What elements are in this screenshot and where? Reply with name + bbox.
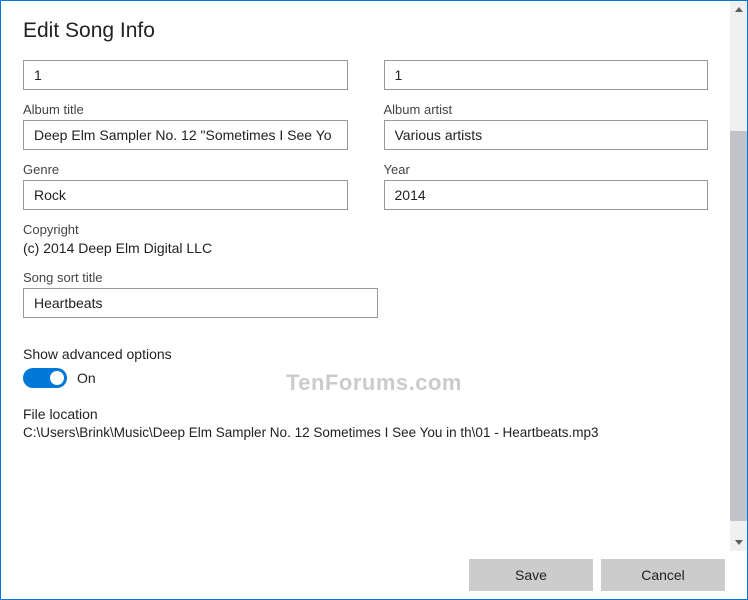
advanced-toggle[interactable] (23, 368, 67, 388)
dialog-footer: Save Cancel (1, 551, 747, 599)
genre-year-row: Genre Year (23, 162, 708, 210)
track-disc-row (23, 60, 708, 90)
scroll-down-arrow[interactable] (730, 534, 747, 551)
year-label: Year (384, 162, 709, 177)
year-input[interactable] (384, 180, 709, 210)
album-row: Album title Album artist (23, 102, 708, 150)
sort-title-section: Song sort title (23, 270, 708, 318)
copyright-label: Copyright (23, 222, 708, 237)
save-button[interactable]: Save (469, 559, 593, 591)
advanced-section: Show advanced options On (23, 346, 708, 388)
album-title-label: Album title (23, 102, 348, 117)
vertical-scrollbar[interactable] (730, 1, 747, 551)
advanced-state: On (77, 370, 96, 386)
main-panel: Edit Song Info Album title Album artist (1, 1, 730, 551)
sort-title-input[interactable] (23, 288, 378, 318)
genre-label: Genre (23, 162, 348, 177)
track-number-input[interactable] (23, 60, 348, 90)
album-artist-input[interactable] (384, 120, 709, 150)
content-area: Edit Song Info Album title Album artist (1, 1, 747, 551)
file-location-path: C:\Users\Brink\Music\Deep Elm Sampler No… (23, 425, 708, 440)
dialog-window: Edit Song Info Album title Album artist (0, 0, 748, 600)
toggle-knob (50, 371, 64, 385)
file-location-section: File location C:\Users\Brink\Music\Deep … (23, 406, 708, 440)
scroll-up-arrow[interactable] (730, 1, 747, 18)
genre-input[interactable] (23, 180, 348, 210)
copyright-section: Copyright (c) 2014 Deep Elm Digital LLC (23, 222, 708, 256)
disc-number-input[interactable] (384, 60, 709, 90)
dialog-title: Edit Song Info (23, 19, 708, 43)
copyright-value: (c) 2014 Deep Elm Digital LLC (23, 240, 708, 256)
cancel-button[interactable]: Cancel (601, 559, 725, 591)
album-title-input[interactable] (23, 120, 348, 150)
advanced-label: Show advanced options (23, 346, 708, 362)
sort-title-label: Song sort title (23, 270, 708, 285)
file-location-label: File location (23, 406, 708, 422)
album-artist-label: Album artist (384, 102, 709, 117)
scrollbar-thumb[interactable] (730, 131, 747, 521)
